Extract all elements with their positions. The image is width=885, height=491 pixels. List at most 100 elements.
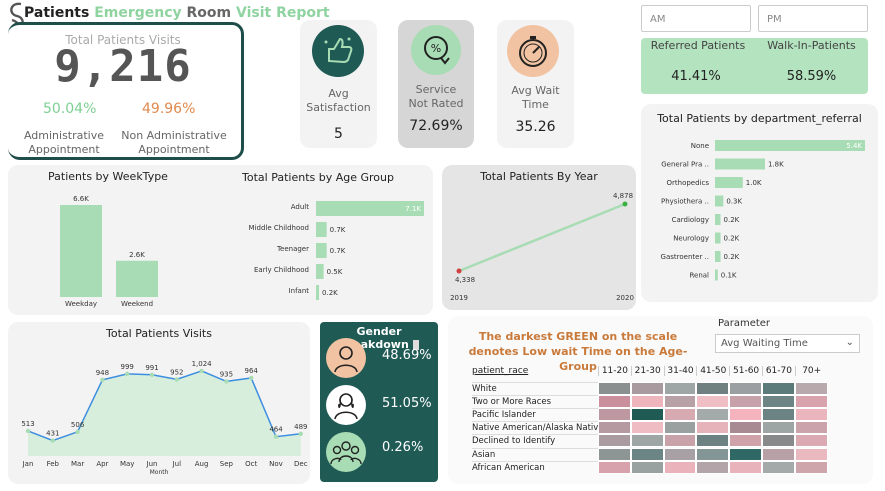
heatmap-row-label: African American <box>472 460 598 474</box>
am-slicer[interactable]: AM <box>641 5 751 32</box>
visits-tick-label: Sep <box>220 460 234 468</box>
heatmap-cell <box>630 408 664 422</box>
visits-point <box>149 372 155 378</box>
nonadmin-percent: 49.96% <box>142 101 196 117</box>
year-data-label: 4,338 <box>455 276 475 284</box>
female-person-icon <box>326 385 366 425</box>
heatmap-cell <box>696 421 730 435</box>
dept-data-label: 0.2K <box>724 235 740 243</box>
year-point <box>456 268 462 274</box>
visits-tick-label: Jul <box>172 460 182 468</box>
heatmap-cell <box>663 421 697 435</box>
heatmap-cell <box>630 460 664 474</box>
age-bar <box>316 264 324 279</box>
week-data-label: 2.6K <box>129 251 145 259</box>
heatmap-cell <box>794 395 828 409</box>
heatmap-row-label: Two or More Races <box>472 395 598 408</box>
dept-category-label: General Pra .. <box>661 161 709 169</box>
visits-data-label: 991 <box>145 364 158 372</box>
thumbs-up-icon <box>312 25 364 77</box>
visits-tick-label: Feb <box>47 460 60 468</box>
heatmap-cell <box>598 460 631 474</box>
heatmap-column-header: 21-30 <box>630 366 664 376</box>
week-data-label: 6.6K <box>73 195 89 203</box>
age-category-label: Early Childhood <box>254 266 309 274</box>
visits-area <box>28 370 301 456</box>
heatmap-column-header: 61-70 <box>762 366 795 376</box>
heatmap-cell <box>696 382 730 396</box>
dept-bar <box>715 177 743 188</box>
svg-text:%: % <box>431 42 441 55</box>
heatmap-column-header: 11-20 <box>598 366 631 376</box>
year-tick-label: 2020 <box>616 294 634 302</box>
satisfaction-caption: Avg Satisfaction <box>300 87 377 115</box>
dept-data-label: 0.2K <box>724 216 740 224</box>
wait-time-card: Avg Wait Time 35.26 <box>497 20 574 148</box>
heatmap-cell <box>598 395 631 409</box>
heatmap-cell <box>630 434 664 448</box>
age-data-label: 0.7K <box>330 247 346 255</box>
dept-category-label: Cardiology <box>672 216 709 224</box>
title-part-2: Emergency <box>94 5 182 21</box>
heatmap-cell <box>762 408 795 422</box>
dept-bar <box>715 195 724 207</box>
heatmap-cell <box>729 421 762 435</box>
not-rated-caption: Service Not Rated <box>398 83 474 111</box>
total-visits-card: Total Patients Visits 9,216 50.04% 49.96… <box>8 22 244 160</box>
heatmap-cell <box>663 434 697 448</box>
visits-data-label: 952 <box>170 368 183 376</box>
age-data-label: 0.7K <box>330 226 346 234</box>
heatmap-cell <box>794 447 828 461</box>
visits-point <box>125 371 130 377</box>
page-title: Patients Emergency Room Visit Report <box>24 5 330 21</box>
total-visits-value: 9,216 <box>54 41 192 92</box>
heatmap-cell <box>630 447 664 461</box>
year-chart-card: Total Patients By Year 4,338 4,878 2019 202… <box>442 165 636 310</box>
visits-chart: 513 Jan 431 Feb 506 Mar 948 Apr 999 May 991 Jun 952 J… <box>21 360 308 476</box>
department-chart-card: Total Patients by department_referral No… <box>641 104 878 302</box>
visits-tick-label: Dec <box>294 460 308 468</box>
dept-data-label: 1.8K <box>768 161 784 169</box>
heatmap-cell <box>729 447 762 461</box>
visits-point <box>199 368 204 374</box>
heatmap-cell <box>598 421 631 435</box>
nonadmin-caption: Non Administrative Appointment <box>112 129 236 157</box>
heatmap-cell <box>663 382 697 396</box>
visits-point <box>75 429 80 434</box>
title-part-3: Room <box>186 5 232 21</box>
visits-tick-label: Oct <box>245 460 257 468</box>
pm-slicer[interactable]: PM <box>758 5 868 32</box>
heatmap-column-header: 70+ <box>794 366 828 376</box>
heatmap-cell <box>630 382 664 396</box>
heatmap-cell <box>630 395 664 409</box>
visits-data-label: 506 <box>71 421 85 429</box>
satisfaction-value: 5 <box>334 126 343 142</box>
visits-point <box>174 377 179 382</box>
heatmap-column-header: 31-40 <box>663 366 697 376</box>
visits-point <box>100 377 105 383</box>
satisfaction-card: Avg Satisfaction 5 <box>300 20 377 148</box>
wait-time-caption-1: Avg Wait <box>511 84 560 97</box>
admin-caption-line1: Administrative <box>23 129 105 142</box>
week-chart-title: Patients by WeekType <box>48 170 168 183</box>
visits-tick-label: Jan <box>22 460 34 468</box>
visits-point <box>224 379 229 384</box>
visits-data-label: 489 <box>294 423 307 431</box>
year-point <box>622 201 628 207</box>
dept-data-label: 1.0K <box>746 179 762 187</box>
heatmap-cell <box>762 382 795 396</box>
group-people-icon <box>326 432 366 472</box>
week-category-label: Weekday <box>65 300 97 308</box>
heatmap-cell <box>794 460 828 474</box>
visits-tick-label: Jun <box>146 460 158 468</box>
dept-bar <box>715 214 721 225</box>
heatmap-cell <box>663 460 697 474</box>
parameter-dropdown[interactable]: Avg Waiting Time ⌄ <box>715 334 860 353</box>
heatmap-row-label: White <box>472 382 598 395</box>
heatmap-cell <box>729 434 762 448</box>
heatmap-cell <box>598 408 631 422</box>
walkin-label: Walk-In-Patients <box>767 39 856 52</box>
chevron-down-icon: ⌄ <box>845 337 854 348</box>
visits-axis-label: Month <box>150 469 169 476</box>
dept-data-label: 5.4K <box>846 142 862 150</box>
